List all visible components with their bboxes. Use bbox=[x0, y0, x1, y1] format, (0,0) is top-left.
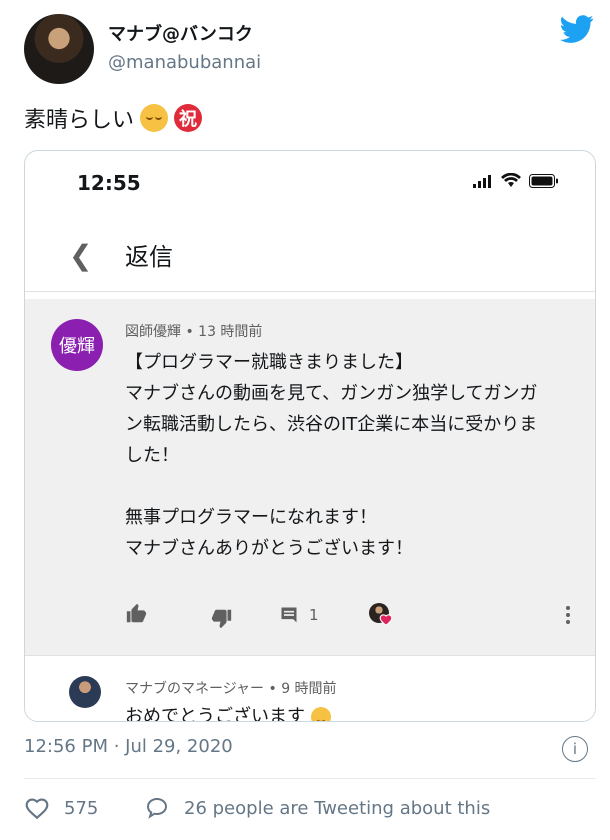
divider bbox=[24, 778, 596, 779]
wifi-icon bbox=[501, 173, 521, 187]
tweet: マナブ@バンコク @manabubannai 素晴らしい 祝 12:55 ❮ 返… bbox=[0, 0, 610, 840]
comment-line: マナブさんの動画を見て、ガンガン独学してガンガ bbox=[125, 383, 538, 404]
info-icon[interactable]: i bbox=[562, 736, 588, 762]
tweet-text-content: 素晴らしい bbox=[24, 108, 135, 133]
comment-line: した！ bbox=[125, 445, 179, 466]
tweet-header: マナブ@バンコク @manabubannai bbox=[24, 12, 594, 84]
thumbs-down-icon[interactable] bbox=[211, 607, 233, 629]
battery-icon bbox=[529, 174, 558, 188]
heart-icon bbox=[379, 614, 393, 626]
reply-count: 1 bbox=[309, 606, 319, 624]
comment-line: ン転職活動したら、渋谷のIT企業に本当に受かりま bbox=[125, 414, 538, 435]
relieved-face-icon bbox=[310, 707, 331, 721]
thumbs-up-icon[interactable] bbox=[125, 603, 147, 625]
comment-author: 図師優輝 bbox=[125, 324, 181, 340]
status-icons bbox=[473, 173, 559, 188]
reply-item: マナブのマネージャー • 9 時間前 おめでとうございます bbox=[25, 655, 595, 722]
twitter-bird-icon[interactable] bbox=[560, 12, 594, 46]
reply-age: 9 時間前 bbox=[281, 681, 337, 697]
comment-line: 無事プログラマーになれます！ bbox=[125, 507, 377, 528]
comment-line: マナブさんありがとうございます！ bbox=[125, 538, 413, 559]
attached-screenshot[interactable]: 12:55 ❮ 返信 優輝 図師優輝 • 13 時間前 【プログラマー就職きまり… bbox=[24, 150, 596, 722]
comment-meta: 図師優輝 • 13 時間前 bbox=[125, 324, 263, 340]
signal-icon bbox=[473, 175, 491, 188]
status-bar: 12:55 bbox=[25, 151, 595, 211]
tweet-text: 素晴らしい 祝 bbox=[24, 102, 203, 134]
relieved-face-icon bbox=[140, 104, 169, 132]
avatar[interactable] bbox=[24, 14, 94, 84]
status-time: 12:55 bbox=[77, 171, 141, 195]
comment-age: 13 時間前 bbox=[198, 324, 263, 340]
conversation-action[interactable]: 26 people are Tweeting about this bbox=[144, 796, 490, 820]
shuku-celebration-icon: 祝 bbox=[174, 104, 203, 132]
user-name[interactable]: マナブ@バンコク bbox=[108, 20, 253, 46]
reply-body: おめでとうございます bbox=[125, 702, 331, 722]
reply-nav-bar: ❮ 返信 bbox=[25, 213, 595, 292]
reply-author: マナブのマネージャー bbox=[125, 681, 265, 697]
commenter-avatar: 優輝 bbox=[51, 319, 103, 371]
heart-outline-icon[interactable] bbox=[24, 796, 50, 820]
like-count: 575 bbox=[64, 797, 99, 819]
speech-bubble-icon[interactable] bbox=[144, 796, 170, 820]
reply-avatar bbox=[69, 676, 101, 708]
reply-meta: マナブのマネージャー • 9 時間前 bbox=[125, 681, 337, 697]
like-action[interactable]: 575 bbox=[24, 796, 98, 820]
conversation-text: 26 people are Tweeting about this bbox=[184, 797, 491, 819]
comment-blank-line bbox=[125, 471, 575, 502]
comment: 優輝 図師優輝 • 13 時間前 【プログラマー就職きまりました】 マナブさんの… bbox=[25, 299, 595, 655]
tweet-footer: 575 26 people are Tweeting about this bbox=[24, 794, 594, 828]
reply-text: おめでとうございます bbox=[125, 706, 305, 722]
comment-line: 【プログラマー就職きまりました】 bbox=[125, 352, 413, 373]
back-chevron-icon[interactable]: ❮ bbox=[69, 239, 92, 272]
creator-heart bbox=[369, 603, 393, 627]
comment-body: 【プログラマー就職きまりました】 マナブさんの動画を見て、ガンガン独学してガンガ… bbox=[125, 347, 575, 564]
nav-title: 返信 bbox=[125, 243, 173, 271]
tweet-timestamp[interactable]: 12:56 PM · Jul 29, 2020 bbox=[24, 736, 233, 757]
more-options-icon[interactable] bbox=[565, 605, 571, 625]
user-handle[interactable]: @manabubannai bbox=[108, 52, 261, 73]
comment-actions: 1 bbox=[125, 603, 575, 633]
reply-comment-icon[interactable] bbox=[279, 605, 299, 625]
